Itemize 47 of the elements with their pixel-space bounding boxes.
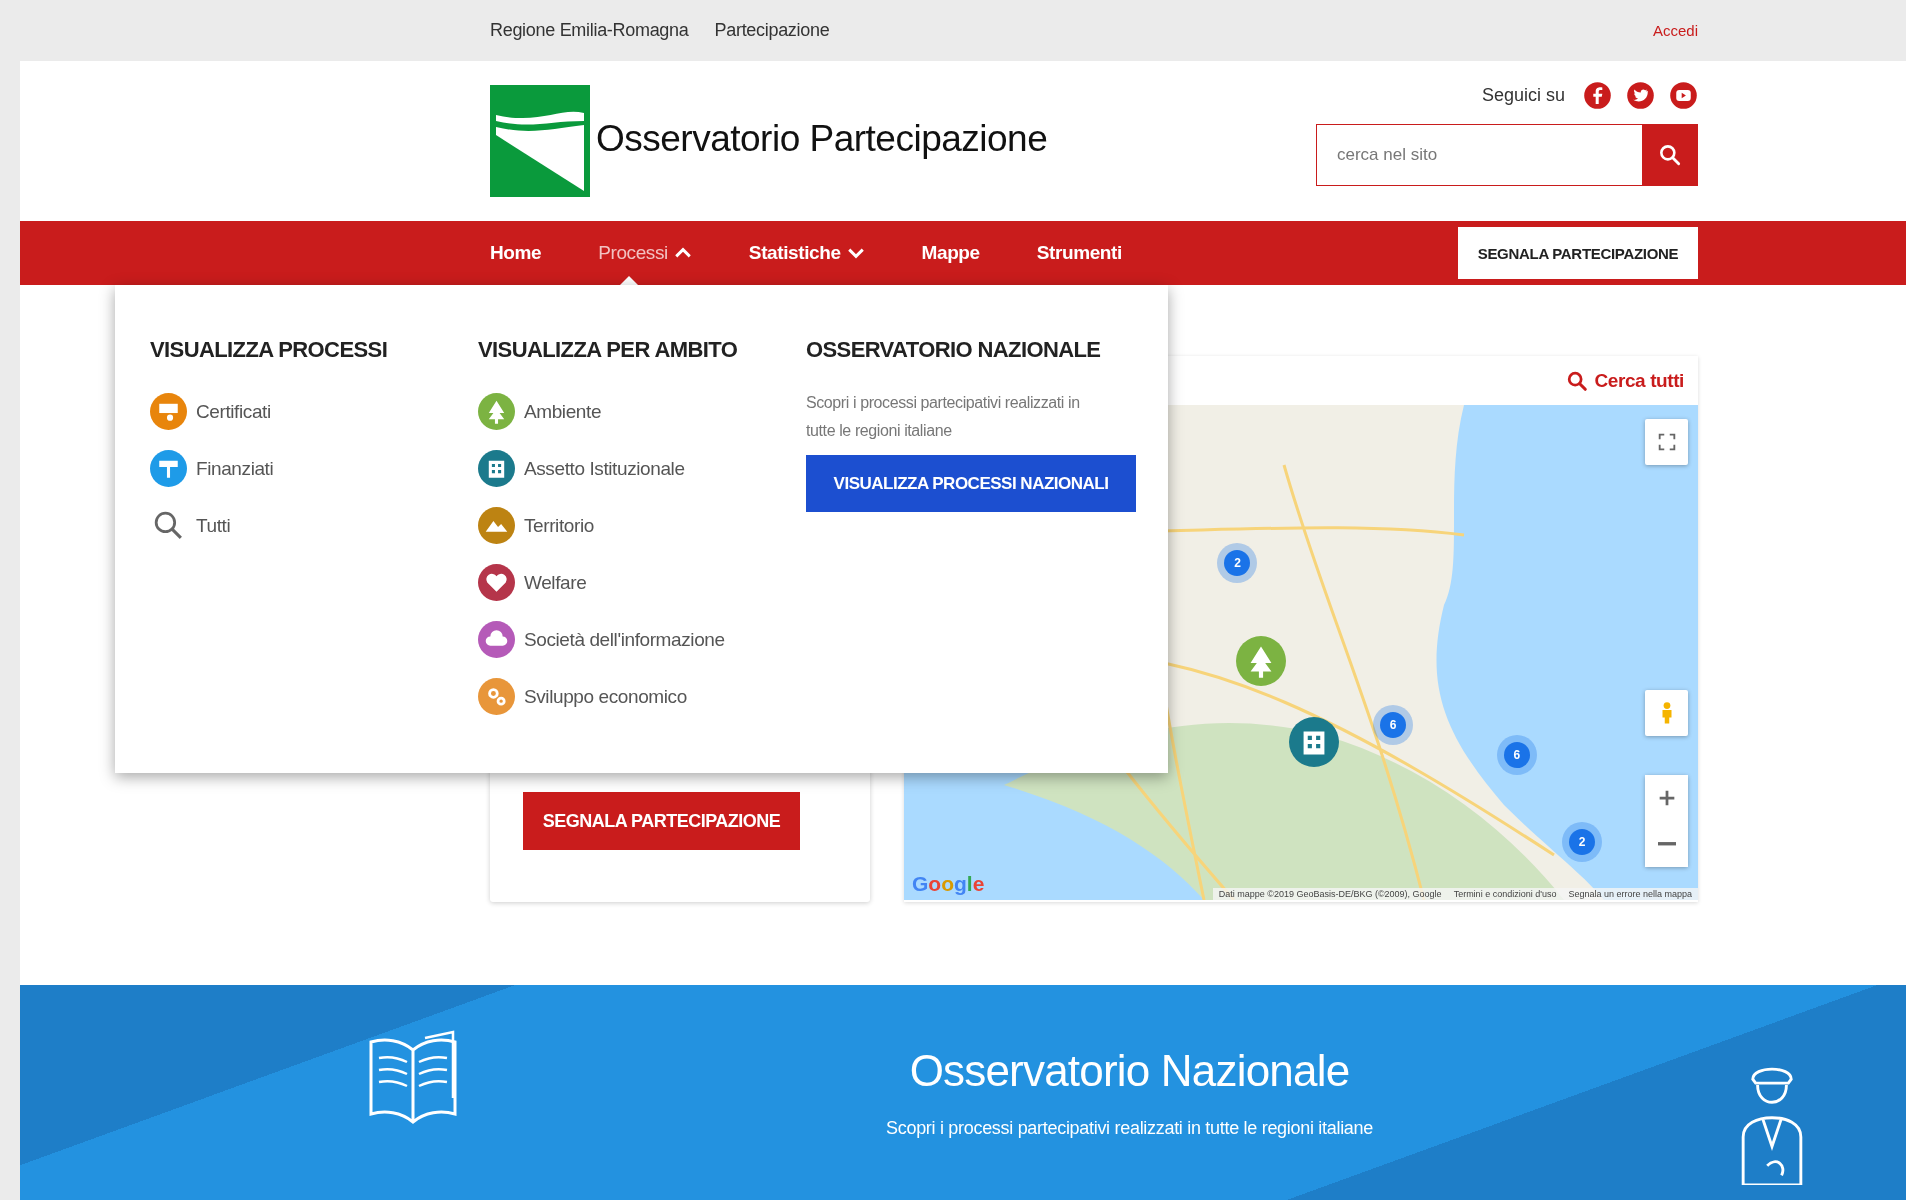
minus-icon xyxy=(1657,842,1676,846)
zoom-in-button[interactable] xyxy=(1645,775,1688,821)
search-all-link[interactable]: Cerca tutti xyxy=(1566,369,1684,392)
logo-icon[interactable] xyxy=(490,85,590,197)
menu-description: Scopri i processi partecipativi realizzati in tutte le regioni italiane xyxy=(806,393,1081,441)
menu-item[interactable]: Finanziati xyxy=(150,450,478,487)
nav-item[interactable]: Home xyxy=(490,221,599,285)
login-link[interactable]: Accedi xyxy=(1652,22,1698,39)
report-button[interactable]: SEGNALA PARTECIPAZIONE xyxy=(1458,227,1698,279)
top-link[interactable]: Regione Emilia-Romagna xyxy=(490,20,689,41)
search-button[interactable] xyxy=(1642,124,1698,186)
play-icon[interactable] xyxy=(1669,81,1698,110)
top-link[interactable]: Partecipazione xyxy=(714,20,830,41)
menu-heading: VISUALIZZA PROCESSI xyxy=(150,337,389,363)
zoom-out-button[interactable] xyxy=(1645,821,1688,867)
menu-item[interactable]: Territorio xyxy=(478,507,806,544)
menu-item[interactable]: Assetto Istituzionale xyxy=(478,450,806,487)
nav-item[interactable]: Processi xyxy=(598,221,749,285)
letter-f-icon[interactable] xyxy=(1583,81,1612,110)
search-icon xyxy=(1657,142,1683,168)
fullscreen-button[interactable] xyxy=(1645,419,1688,465)
building-marker-icon[interactable] xyxy=(1289,716,1340,767)
site-title: Osservatorio Partecipazione xyxy=(596,118,1048,160)
menu-item[interactable]: Certificati xyxy=(150,393,478,430)
nav-item[interactable]: Statistiche xyxy=(748,221,922,285)
tree-marker-icon[interactable] xyxy=(1236,635,1287,686)
menu-item[interactable]: Welfare xyxy=(478,564,806,601)
follow-label: Seguici su xyxy=(1481,85,1565,106)
menu-item[interactable]: Società dell'informazione xyxy=(478,621,806,658)
map-link[interactable]: Termini e condizioni d'uso xyxy=(1453,889,1557,899)
map-logo: Google xyxy=(912,872,985,896)
menu-item[interactable]: Tutti xyxy=(150,507,478,544)
menu-heading: OSSERVATORIO NAZIONALE xyxy=(806,337,1102,363)
menu-item[interactable]: Ambiente xyxy=(478,393,806,430)
nav-item[interactable]: Strumenti xyxy=(1036,221,1179,285)
map-link[interactable]: Segnala un errore nella mappa xyxy=(1568,889,1692,899)
footer-subtitle: Scopri i processi partecipativi realizzati in tutte le regioni italiane xyxy=(886,1118,1373,1139)
footer-title: Osservatorio Nazionale xyxy=(909,1046,1350,1096)
nav-item[interactable]: Mappe xyxy=(921,221,1037,285)
menu-heading: VISUALIZZA PER AMBITO xyxy=(478,337,739,363)
report-button[interactable]: SEGNALA PARTECIPAZIONE xyxy=(523,792,800,850)
bird-icon[interactable] xyxy=(1626,81,1655,110)
search-icon xyxy=(1566,369,1589,392)
menu-item[interactable]: Sviluppo economico xyxy=(478,678,806,715)
national-processes-button[interactable]: VISUALIZZA PROCESSI NAZIONALI xyxy=(806,455,1136,512)
map-attribution: Dati mappe ©2019 GeoBasis-DE/BKG (©2009), Google xyxy=(1218,889,1442,899)
search-field[interactable]: cerca nel sito xyxy=(1316,124,1642,186)
